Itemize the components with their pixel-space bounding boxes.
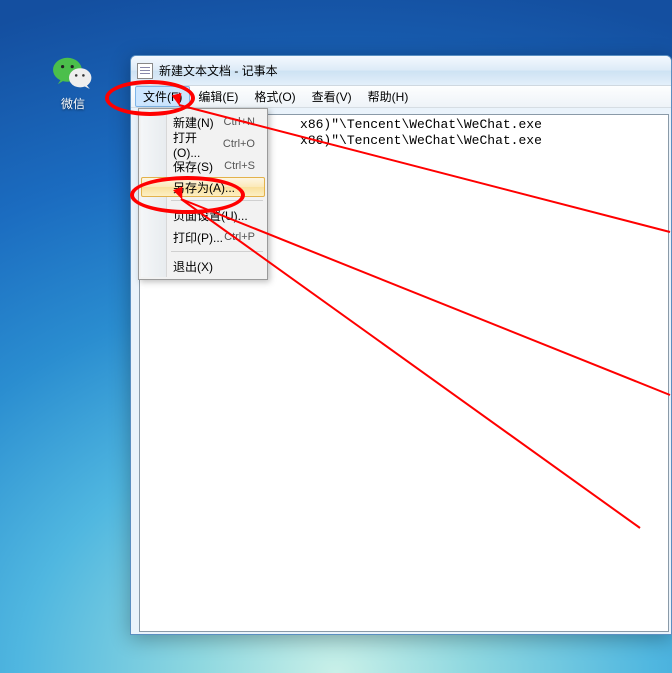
menu-item-shortcut: Ctrl+O xyxy=(223,138,255,150)
desktop-icon-wechat[interactable]: 微信 xyxy=(38,55,108,112)
menu-view[interactable]: 查看(V) xyxy=(304,86,360,107)
notepad-icon xyxy=(137,63,153,79)
file-menu-dropdown: 新建(N) Ctrl+N 打开(O)... Ctrl+O 保存(S) Ctrl+… xyxy=(138,108,268,280)
menu-separator xyxy=(171,251,263,252)
menu-item-save-as[interactable]: 另存为(A)... xyxy=(141,177,265,197)
menubar: 文件(F) 编辑(E) 格式(O) 查看(V) 帮助(H) xyxy=(131,86,671,108)
menu-item-exit[interactable]: 退出(X) xyxy=(141,255,265,277)
menu-item-label: 页面设置(U)... xyxy=(173,207,248,224)
menu-item-page-setup[interactable]: 页面设置(U)... xyxy=(141,204,265,226)
wechat-icon xyxy=(53,55,93,91)
menu-item-label: 保存(S) xyxy=(173,158,213,175)
menu-edit[interactable]: 编辑(E) xyxy=(190,86,246,107)
desktop-icon-label: 微信 xyxy=(38,95,108,112)
menu-item-shortcut: Ctrl+P xyxy=(224,231,255,243)
menu-item-label: 打印(P)... xyxy=(173,229,223,246)
menu-item-shortcut: Ctrl+S xyxy=(224,160,255,172)
window-title: 新建文本文档 - 记事本 xyxy=(159,62,278,79)
menu-format[interactable]: 格式(O) xyxy=(246,86,303,107)
menu-separator xyxy=(171,200,263,201)
menu-help[interactable]: 帮助(H) xyxy=(360,86,417,107)
menu-item-save[interactable]: 保存(S) Ctrl+S xyxy=(141,155,265,177)
titlebar[interactable]: 新建文本文档 - 记事本 xyxy=(131,56,671,86)
menu-item-shortcut: Ctrl+N xyxy=(224,116,255,128)
menu-item-label: 退出(X) xyxy=(173,258,213,275)
menu-item-open[interactable]: 打开(O)... Ctrl+O xyxy=(141,133,265,155)
menu-item-print[interactable]: 打印(P)... Ctrl+P xyxy=(141,226,265,248)
